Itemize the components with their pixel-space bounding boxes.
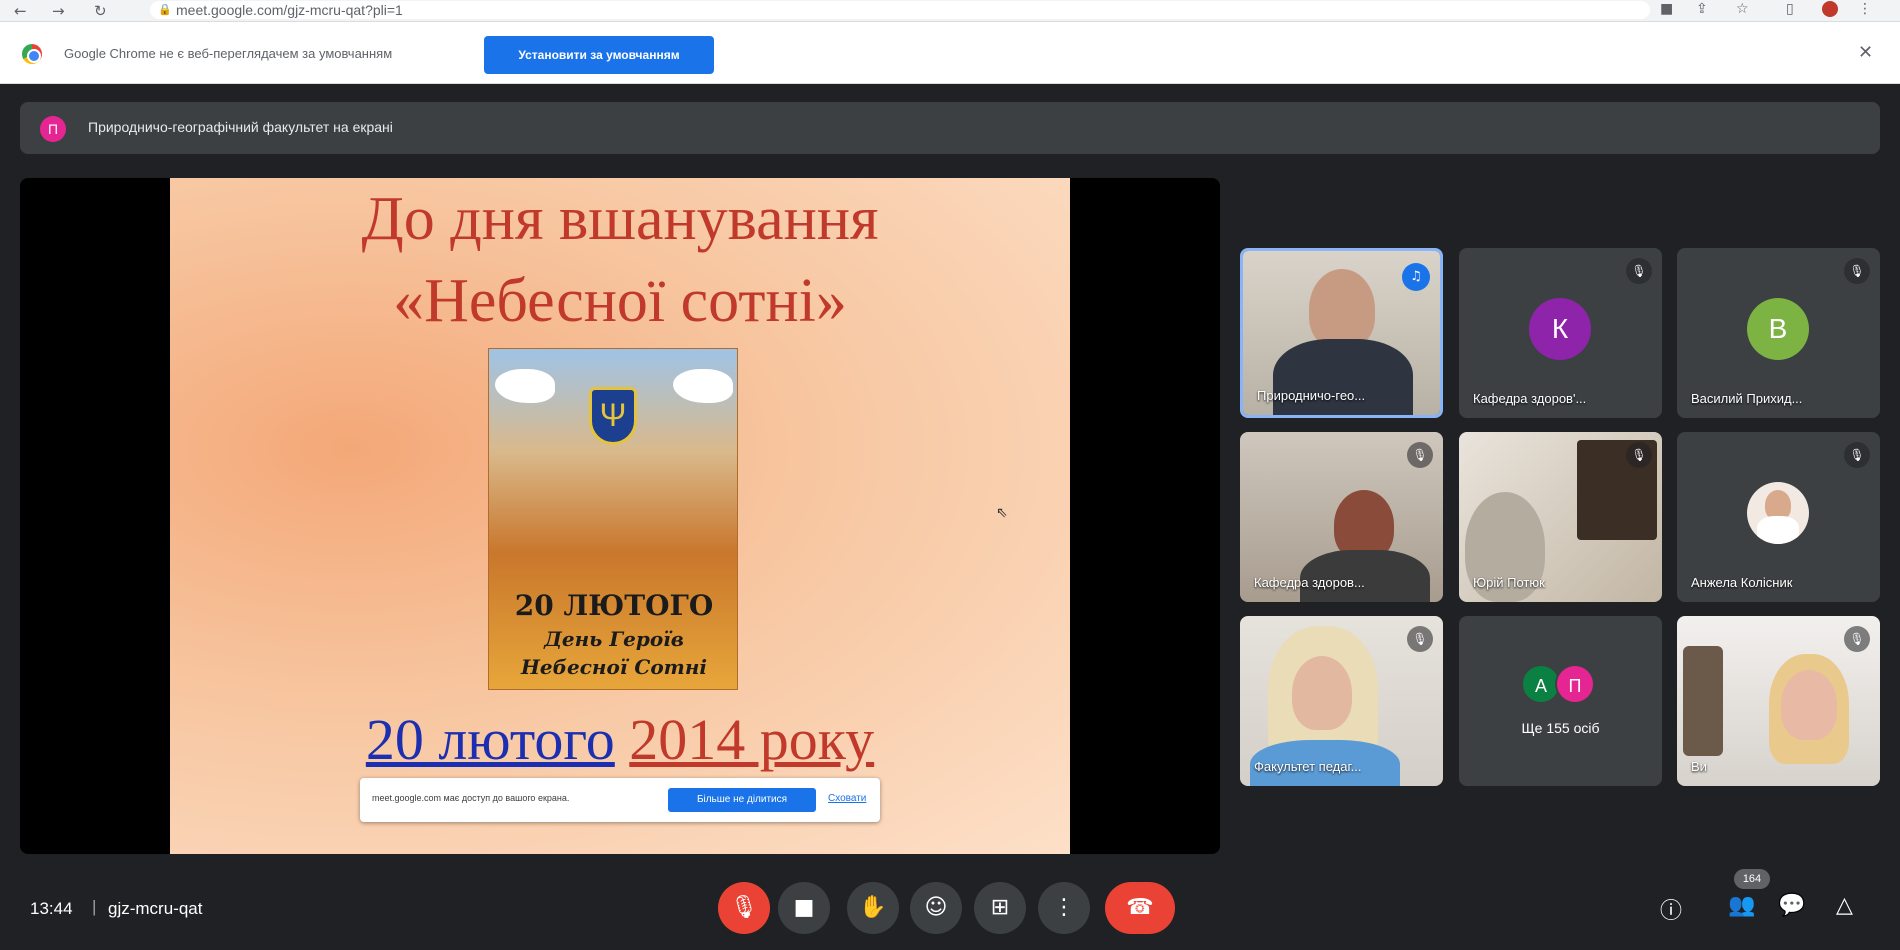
mic-off-icon: 🎙 [1844, 258, 1870, 284]
participant-name: Кафедра здоров... [1254, 575, 1365, 590]
camera-button[interactable]: ■ [778, 882, 830, 934]
stop-sharing-button[interactable]: Більше не ділитися [668, 788, 816, 812]
more-participants-label: Ще 155 осіб [1521, 720, 1600, 736]
poster-line2: День Героїв [544, 627, 684, 651]
participant-avatar: В [1747, 298, 1809, 360]
commemoration-poster: Ψ 20 ЛЮТОГО День Героїв Небесної Сотні [488, 348, 738, 690]
meeting-code: gjz-mcru-qat [108, 899, 203, 918]
address-bar[interactable]: 🔒 meet.google.com/gjz-mcru-qat?pli=1 [150, 1, 1650, 19]
slide-date-blue: 20 лютого [365, 707, 615, 772]
participant-name: Кафедра здоров'... [1473, 391, 1587, 406]
raise-hand-button[interactable]: ✋ [847, 882, 899, 934]
shared-slide: До дня вшанування «Небесної сотні» Ψ 20 … [170, 178, 1070, 854]
more-options-button[interactable]: ⋮ [1038, 882, 1090, 934]
participant-avatar: К [1529, 298, 1591, 360]
presenting-text: Природничо-географічний факультет на екр… [88, 119, 393, 135]
mic-off-icon: 🎙 [1626, 258, 1652, 284]
chat-icon[interactable]: 💬 [1778, 893, 1805, 918]
chrome-logo-icon [22, 44, 42, 64]
screen-share-notice: meet.google.com має доступ до вашого екр… [360, 778, 880, 822]
presenting-banner: П Природничо-географічний факультет на е… [20, 102, 1880, 154]
dove-left-image [495, 369, 555, 403]
participant-name: Василий Прихид... [1691, 391, 1803, 406]
activities-icon[interactable]: △ [1836, 893, 1853, 918]
participant-name: Юрій Потюк [1473, 575, 1545, 590]
back-icon[interactable]: ← [14, 2, 27, 20]
menu-icon[interactable]: ⋮ [1858, 1, 1872, 17]
participant-name: Анжела Колісник [1691, 575, 1793, 590]
end-call-button[interactable]: ☎ [1105, 882, 1175, 934]
mic-off-icon: 🎙 [1626, 442, 1652, 468]
infobar-text: Google Chrome не є веб-переглядачем за у… [64, 46, 393, 61]
sidebar-icon[interactable]: ▯ [1786, 1, 1794, 17]
mouse-cursor-icon: ⇖ [996, 504, 1008, 520]
mic-off-icon: 🎙 [1844, 626, 1870, 652]
browser-toolbar: ← → ↻ 🔒 meet.google.com/gjz-mcru-qat?pli… [0, 0, 1900, 22]
url-text: meet.google.com/gjz-mcru-qat?pli=1 [176, 2, 403, 18]
slide-date: 20 лютого 2014 року [170, 706, 1070, 773]
participant-tile[interactable]: 🎙 В Василий Прихид... [1677, 248, 1880, 418]
speaking-icon: ♫ [1402, 263, 1430, 291]
poster-line3: Небесної Сотні [520, 655, 708, 679]
close-icon[interactable]: ✕ [1858, 42, 1873, 63]
slide-title-line2: «Небесної сотні» [393, 267, 847, 335]
mic-off-icon: 🎙 [1407, 442, 1433, 468]
bookmark-star-icon[interactable]: ☆ [1736, 1, 1749, 17]
trident-emblem-icon: Ψ [589, 387, 637, 445]
more-participants-tile[interactable]: А П Ще 155 осіб [1459, 616, 1662, 786]
participant-name: Ви [1691, 759, 1707, 774]
background-object [1683, 646, 1723, 756]
slide-date-red: 2014 року [629, 707, 875, 772]
camera-permission-icon[interactable]: ■ [1660, 1, 1673, 17]
emoji-reactions-button[interactable]: ☺ [910, 882, 962, 934]
mic-off-icon: 🎙 [1844, 442, 1870, 468]
participant-tile[interactable]: 🎙 К Кафедра здоров'... [1459, 248, 1662, 418]
participant-count-badge: 164 [1734, 869, 1770, 889]
presenter-avatar: П [40, 116, 66, 142]
participant-body [1273, 339, 1413, 415]
share-icon[interactable]: ⇪ [1696, 1, 1708, 17]
meeting-details-icon[interactable]: ⓘ [1660, 893, 1682, 925]
profile-avatar[interactable] [1822, 1, 1838, 17]
participant-face [1292, 656, 1352, 730]
dove-right-image [673, 369, 733, 403]
participant-name: Природничо-гео... [1257, 388, 1366, 403]
share-notice-text: meet.google.com має доступ до вашого екр… [372, 793, 570, 803]
default-browser-infobar: Google Chrome не є веб-переглядачем за у… [0, 22, 1900, 84]
slide-title-line1: До дня вшанування [361, 185, 879, 253]
self-view-tile[interactable]: 🎙 Ви [1677, 616, 1880, 786]
present-screen-button[interactable]: ⊞ [974, 882, 1026, 934]
lock-icon: 🔒 [158, 4, 172, 16]
participant-tile[interactable]: 🎙 Факультет педаг... [1240, 616, 1443, 786]
mic-off-icon: 🎙 [1407, 626, 1433, 652]
reload-icon[interactable]: ↻ [94, 2, 107, 20]
people-icon[interactable]: 👥 [1728, 893, 1755, 918]
hide-link[interactable]: Сховати [828, 793, 866, 804]
divider: | [92, 897, 97, 916]
participant-face [1781, 670, 1837, 740]
mic-off-button[interactable]: 🎙 [718, 882, 770, 934]
participant-face [1309, 269, 1375, 349]
participant-tile[interactable]: 🎙 Кафедра здоров... [1240, 432, 1443, 602]
participant-avatar: П [1555, 664, 1595, 704]
set-default-button[interactable]: Установити за умовчанням [484, 36, 714, 74]
presentation-stage: До дня вшанування «Небесної сотні» Ψ 20 … [20, 178, 1220, 854]
participant-tile[interactable]: 🎙 Анжела Колісник [1677, 432, 1880, 602]
participant-name: Факультет педаг... [1254, 759, 1362, 774]
participant-tile[interactable]: ♫ Природничо-гео... [1240, 248, 1443, 418]
poster-date: 20 ЛЮТОГО [514, 589, 714, 622]
participant-photo-avatar [1747, 482, 1809, 544]
participant-tile[interactable]: 🎙 Юрій Потюк [1459, 432, 1662, 602]
meeting-time: 13:44 [30, 899, 73, 918]
forward-icon[interactable]: → [52, 2, 65, 20]
